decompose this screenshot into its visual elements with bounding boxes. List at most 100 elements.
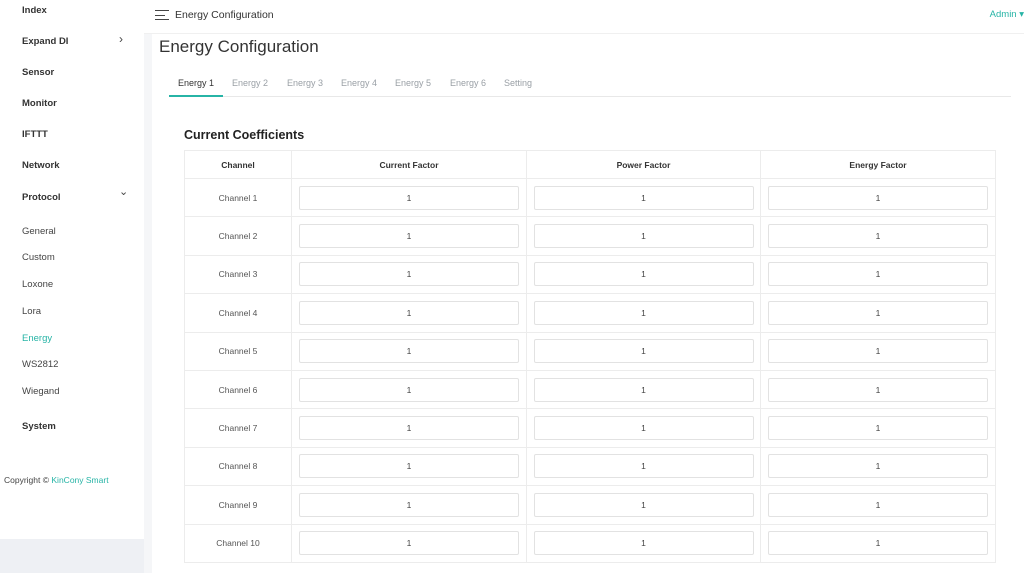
copyright-brand-link[interactable]: KinCony Smart — [51, 475, 108, 485]
sub-energy[interactable]: Energy — [22, 333, 52, 344]
sub-general[interactable]: General — [22, 226, 56, 237]
energy-factor-input[interactable]: 1 — [768, 416, 988, 441]
section-title: Current Coefficients — [184, 128, 305, 142]
chevron-right-icon[interactable]: › — [119, 32, 123, 46]
table-row: Channel 3111 — [184, 254, 996, 295]
channel-label: Channel 5 — [184, 331, 292, 371]
menu-toggle-icon[interactable] — [155, 9, 169, 21]
current-factor-input[interactable]: 1 — [299, 262, 519, 287]
table-cell: 1 — [291, 408, 527, 448]
tab-energy-2[interactable]: Energy 2 — [232, 78, 268, 88]
header-channel: Channel — [184, 150, 292, 179]
channel-label: Channel 6 — [184, 369, 292, 410]
current-factor-input[interactable]: 1 — [299, 531, 519, 556]
current-factor-input[interactable]: 1 — [299, 454, 519, 479]
page-title: Energy Configuration — [159, 37, 319, 56]
nav-protocol[interactable]: Protocol — [22, 192, 61, 203]
table-cell: 1 — [526, 177, 761, 218]
table-row: Channel 2111 — [184, 216, 996, 256]
current-factor-input[interactable]: 1 — [299, 416, 519, 441]
sub-ws2812[interactable]: WS2812 — [22, 359, 58, 370]
energy-factor-input[interactable]: 1 — [768, 454, 988, 479]
table-cell: 1 — [291, 216, 527, 256]
energy-factor-input[interactable]: 1 — [768, 262, 988, 287]
energy-factor-input[interactable]: 1 — [768, 185, 988, 210]
nav-network[interactable]: Network — [22, 160, 59, 171]
current-factor-input[interactable]: 1 — [299, 300, 519, 325]
user-menu[interactable]: Admin ▾ — [990, 9, 1024, 20]
topbar: Energy Configuration Admin ▾ — [144, 0, 1024, 34]
table-cell: 1 — [760, 485, 996, 525]
energy-factor-input[interactable]: 1 — [768, 531, 988, 556]
channel-label: Channel 3 — [184, 254, 292, 295]
current-factor-input[interactable]: 1 — [299, 224, 519, 249]
power-factor-input[interactable]: 1 — [533, 492, 754, 517]
table-cell: 1 — [291, 369, 527, 410]
power-factor-input[interactable]: 1 — [533, 416, 754, 441]
nav-sensor[interactable]: Sensor — [22, 67, 54, 78]
table-cell: 1 — [526, 293, 761, 333]
table-cell: 1 — [291, 446, 527, 487]
table-cell: 1 — [760, 408, 996, 448]
energy-factor-input[interactable]: 1 — [768, 492, 988, 517]
power-factor-input[interactable]: 1 — [533, 224, 754, 249]
table-cell: 1 — [291, 177, 527, 218]
channel-label: Channel 2 — [184, 216, 292, 256]
power-factor-input[interactable]: 1 — [533, 377, 754, 402]
sub-loxone[interactable]: Loxone — [22, 279, 53, 290]
copyright: Copyright © KinCony Smart — [4, 475, 109, 485]
energy-factor-input[interactable]: 1 — [768, 377, 988, 402]
coefficients-table: Channel Current Factor Power Factor Ener… — [184, 150, 996, 563]
table-cell: 1 — [760, 216, 996, 256]
channel-label: Channel 9 — [184, 485, 292, 525]
table-cell: 1 — [291, 523, 527, 563]
power-factor-input[interactable]: 1 — [533, 262, 754, 287]
power-factor-input[interactable]: 1 — [533, 531, 754, 556]
chevron-down-icon[interactable]: ⌄ — [119, 185, 128, 198]
tab-energy-4[interactable]: Energy 4 — [341, 78, 377, 88]
power-factor-input[interactable]: 1 — [533, 454, 754, 479]
channel-label: Channel 8 — [184, 446, 292, 487]
energy-factor-input[interactable]: 1 — [768, 339, 988, 364]
energy-factor-input[interactable]: 1 — [768, 224, 988, 249]
table-row: Channel 1111 — [184, 177, 996, 218]
table-cell: 1 — [760, 293, 996, 333]
tab-energy-3[interactable]: Energy 3 — [287, 78, 323, 88]
tab-energy-1[interactable]: Energy 1 — [178, 78, 214, 88]
energy-factor-input[interactable]: 1 — [768, 300, 988, 325]
nav-monitor[interactable]: Monitor — [22, 98, 57, 109]
current-factor-input[interactable]: 1 — [299, 339, 519, 364]
nav-expand-di[interactable]: Expand DI — [22, 36, 68, 47]
table-cell: 1 — [291, 485, 527, 525]
nav-system[interactable]: System — [22, 421, 56, 432]
tab-energy-6[interactable]: Energy 6 — [450, 78, 486, 88]
tab-energy-5[interactable]: Energy 5 — [395, 78, 431, 88]
table-row: Channel 7111 — [184, 408, 996, 448]
breadcrumb-title: Energy Configuration — [175, 9, 274, 21]
tab-setting[interactable]: Setting — [504, 78, 532, 88]
energy-tabs: Energy 1 Energy 2 Energy 3 Energy 4 Ener… — [169, 71, 1011, 97]
table-cell: 1 — [760, 254, 996, 295]
channel-label: Channel 1 — [184, 177, 292, 218]
current-factor-input[interactable]: 1 — [299, 185, 519, 210]
table-row: Channel 9111 — [184, 485, 996, 525]
sub-wiegand[interactable]: Wiegand — [22, 386, 60, 397]
nav-ifttt[interactable]: IFTTT — [22, 129, 48, 140]
nav-index[interactable]: Index — [22, 5, 47, 16]
table-row: Channel 8111 — [184, 446, 996, 487]
table-header-row: Channel Current Factor Power Factor Ener… — [184, 150, 996, 179]
table-cell: 1 — [760, 369, 996, 410]
channel-label: Channel 4 — [184, 293, 292, 333]
sub-custom[interactable]: Custom — [22, 252, 55, 263]
current-factor-input[interactable]: 1 — [299, 492, 519, 517]
table-cell: 1 — [760, 446, 996, 487]
power-factor-input[interactable]: 1 — [533, 185, 754, 210]
power-factor-input[interactable]: 1 — [533, 339, 754, 364]
table-cell: 1 — [760, 331, 996, 371]
table-cell: 1 — [291, 293, 527, 333]
table-cell: 1 — [526, 408, 761, 448]
current-factor-input[interactable]: 1 — [299, 377, 519, 402]
sub-lora[interactable]: Lora — [22, 306, 41, 317]
power-factor-input[interactable]: 1 — [533, 300, 754, 325]
table-row: Channel 4111 — [184, 293, 996, 333]
